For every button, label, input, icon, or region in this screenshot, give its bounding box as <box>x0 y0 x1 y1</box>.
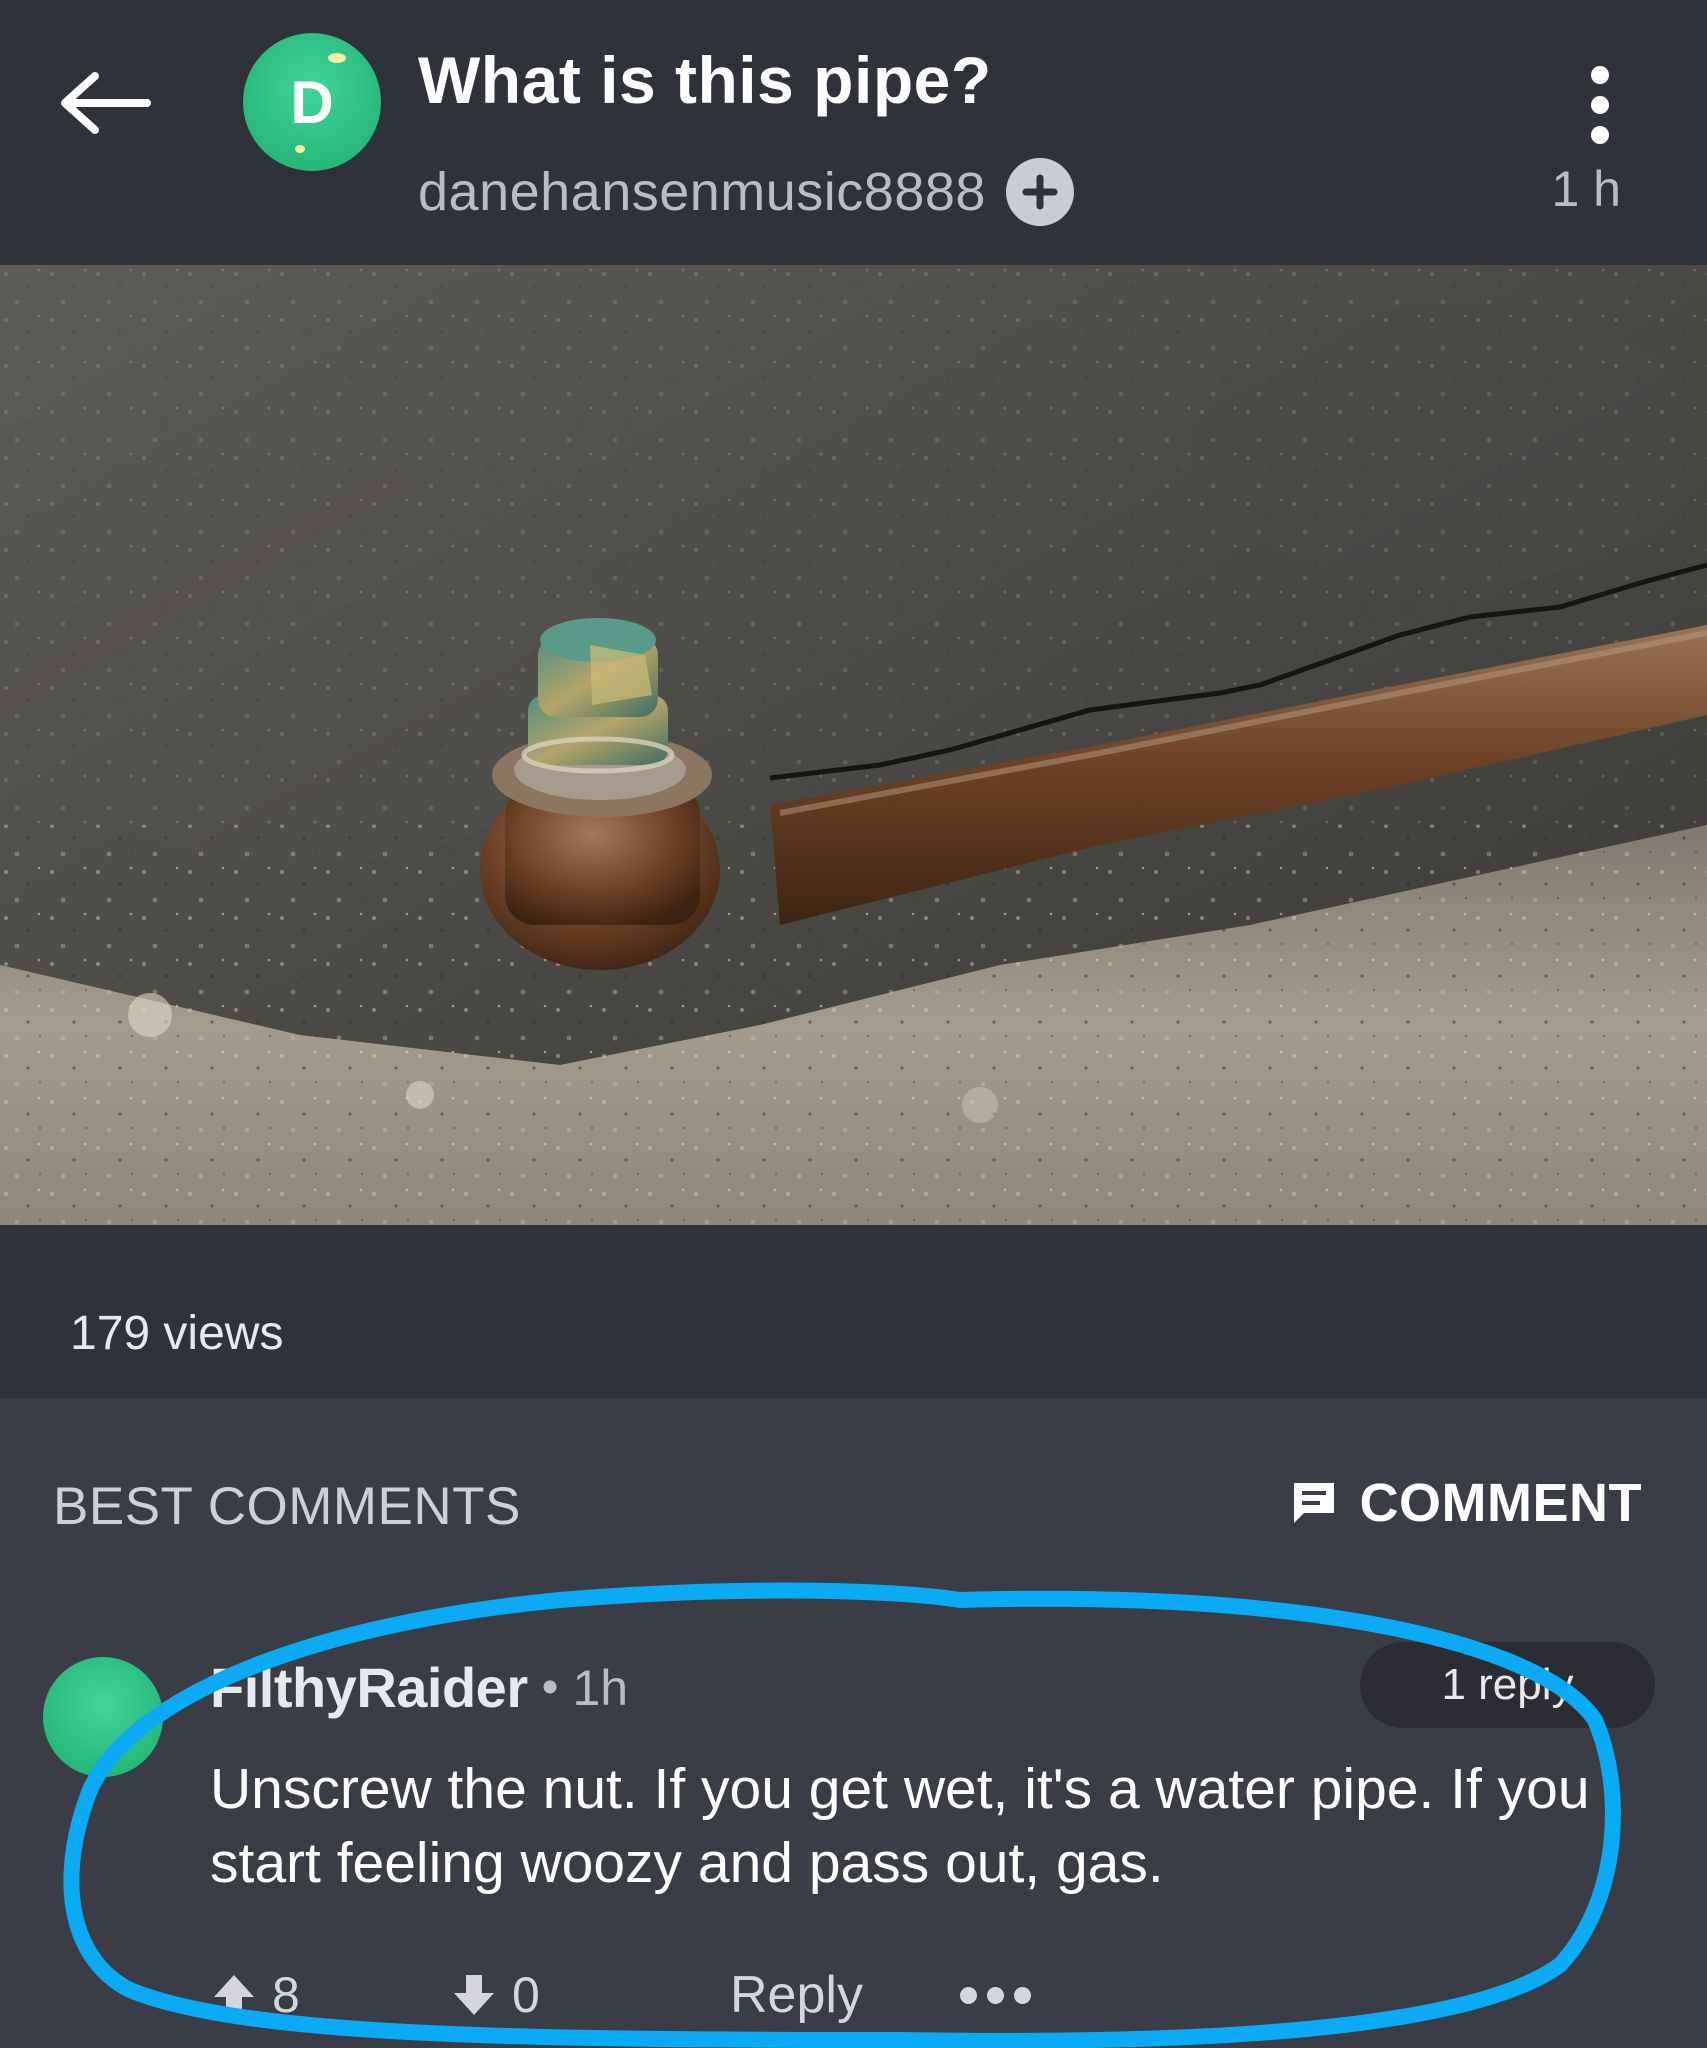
arrow-up-icon <box>214 1975 254 2015</box>
avatar-decoration <box>328 53 346 63</box>
reply-count: 1 reply <box>1441 1660 1574 1709</box>
reply-label: Reply <box>730 1966 863 2024</box>
comment-actions: 8 0 Reply <box>210 1960 1031 2030</box>
pipe-photo <box>0 265 1707 1225</box>
comment-options-button[interactable] <box>960 1986 1031 2004</box>
more-horizontal-icon <box>1014 1986 1031 2004</box>
view-replies-button[interactable]: 1 reply <box>1360 1642 1655 1728</box>
avatar-decoration <box>295 145 305 153</box>
more-horizontal-icon <box>960 1986 977 2004</box>
author-avatar[interactable]: D <box>243 33 381 171</box>
follow-button[interactable] <box>1005 158 1074 226</box>
downvote-button[interactable]: 0 <box>450 1966 730 2024</box>
commenter-avatar[interactable] <box>43 1657 163 1777</box>
reply-button[interactable]: Reply <box>730 1965 960 2025</box>
arrow-left-icon <box>61 72 151 134</box>
post-header: D What is this pipe? danehansenmusic8888… <box>0 0 1707 265</box>
author-row: danehansenmusic8888 <box>418 158 1074 226</box>
more-vertical-icon <box>1591 66 1609 84</box>
author-username[interactable]: danehansenmusic8888 <box>418 161 986 223</box>
upvote-count: 8 <box>272 1967 300 2023</box>
commenter-username[interactable]: FilthyRaider <box>210 1655 528 1720</box>
upvote-button[interactable]: 8 <box>210 1966 450 2024</box>
comment-icon <box>1293 1483 1334 1523</box>
add-comment-label: COMMENT <box>1359 1473 1642 1533</box>
comments-sort-label[interactable]: BEST COMMENTS <box>53 1476 521 1537</box>
more-vertical-icon <box>1591 126 1609 144</box>
downvote-count: 0 <box>512 1967 540 2023</box>
comment-timestamp: 1h <box>572 1659 629 1716</box>
arrow-down-icon <box>454 1975 494 2015</box>
comment-separator: • <box>541 1661 559 1714</box>
comment-header: FilthyRaider • 1h <box>210 1650 628 1725</box>
post-image[interactable] <box>0 265 1707 1225</box>
post-timestamp: 1 h <box>1551 161 1621 217</box>
plus-icon <box>1022 174 1058 210</box>
more-horizontal-icon <box>987 1986 1004 2004</box>
post-title: What is this pipe? <box>418 43 992 117</box>
view-count: 179 views <box>70 1307 284 1360</box>
more-options-button[interactable] <box>1570 60 1630 150</box>
post-stats-bar: 179 views <box>0 1225 1707 1398</box>
avatar-letter: D <box>290 68 334 136</box>
add-comment-button[interactable]: COMMENT <box>1290 1468 1642 1538</box>
more-vertical-icon <box>1591 96 1609 114</box>
back-button[interactable] <box>50 58 160 148</box>
comment-text: Unscrew the nut. If you get wet, it's a … <box>210 1757 1590 1895</box>
